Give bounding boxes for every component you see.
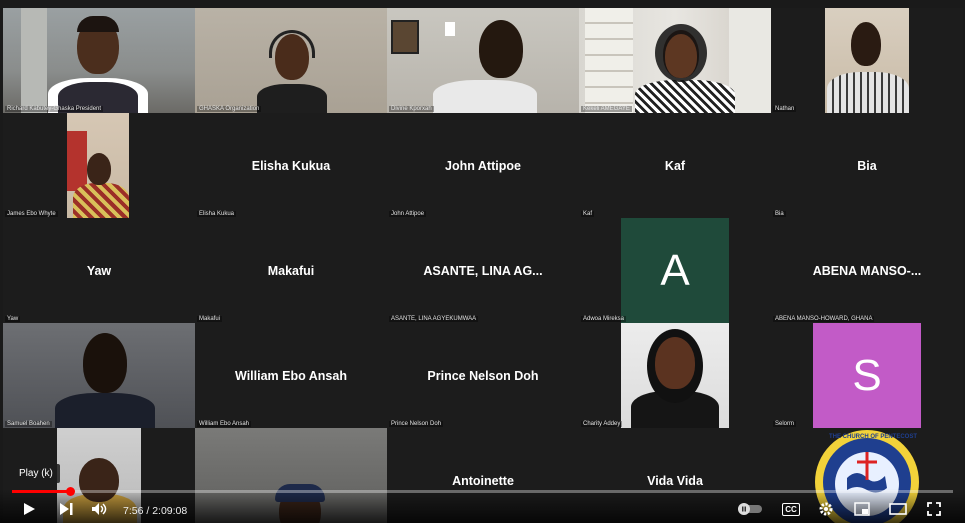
participant-tile: GHASKA Organization bbox=[195, 8, 387, 113]
participant-display-name: Antoinette bbox=[452, 474, 514, 488]
participant-video bbox=[387, 8, 579, 113]
autoplay-toggle[interactable] bbox=[737, 498, 763, 520]
play-tooltip: Play (k) bbox=[12, 464, 60, 483]
participant-tile: Richard Kabutey-Ghaska President bbox=[3, 8, 195, 113]
participant-display-name: Elisha Kukua bbox=[251, 159, 331, 173]
participant-tile: Samuel Boahen bbox=[3, 323, 195, 428]
participant-name-label: Makafui bbox=[197, 316, 223, 322]
current-time: 7:56 bbox=[123, 505, 144, 517]
settings-button[interactable] bbox=[815, 498, 837, 520]
total-time: 2:09:08 bbox=[152, 505, 188, 517]
participant-display-name: Prince Nelson Doh bbox=[427, 369, 539, 383]
participant-name-label: Divine Kporxah bbox=[389, 106, 434, 112]
participant-display-name: Yaw bbox=[86, 264, 112, 278]
participant-name-label: Charity Addey bbox=[581, 421, 623, 427]
participant-display-name: Kaf bbox=[664, 159, 686, 173]
participant-tile: Nathan bbox=[771, 8, 963, 113]
participant-tile: Charity Addey bbox=[579, 323, 771, 428]
mute-button[interactable] bbox=[88, 498, 110, 520]
volume-icon bbox=[92, 503, 107, 515]
participant-display-name: Vida Vida bbox=[647, 474, 703, 488]
participant-display-name: ABENA MANSO-... bbox=[812, 264, 922, 278]
participant-tile: William Ebo Ansah William Ebo Ansah bbox=[195, 323, 387, 428]
participant-video bbox=[3, 323, 195, 428]
participant-name-label: John Attipoe bbox=[389, 211, 427, 217]
participant-tile: ASANTE, LINA AG... ASANTE, LINA AGYEKUMW… bbox=[387, 218, 579, 323]
participant-name-label: Bia bbox=[773, 211, 786, 217]
participant-name-label: Adwoa Mireksa bbox=[581, 316, 627, 322]
participant-name-label: Kaf bbox=[581, 211, 595, 217]
gear-icon bbox=[819, 502, 833, 516]
participant-name-label: ABENA MANSO-HOWARD, GHANA bbox=[773, 316, 875, 322]
participant-display-name: ASANTE, LINA AG... bbox=[423, 264, 543, 278]
miniplayer-button[interactable] bbox=[851, 498, 873, 520]
participant-video bbox=[195, 8, 387, 113]
participant-display-name: William Ebo Ansah bbox=[235, 369, 347, 383]
fullscreen-button[interactable] bbox=[923, 498, 945, 520]
skip-next-icon bbox=[60, 503, 73, 515]
captions-icon: CC bbox=[782, 502, 800, 516]
participant-tile: James Ebo Whyte bbox=[3, 113, 195, 218]
participant-name-label: ASANTE, LINA AGYEKUMWAA bbox=[389, 316, 479, 322]
participant-tile: A Adwoa Mireksa bbox=[579, 218, 771, 323]
participant-name-label: Kekeli AMEGAYE bbox=[581, 106, 632, 112]
participant-name-label: Richard Kabutey-Ghaska President bbox=[5, 106, 104, 112]
time-display: 7:56 / 2:09:08 bbox=[123, 505, 187, 517]
participant-video bbox=[3, 8, 195, 113]
participant-tile: ABENA MANSO-... ABENA MANSO-HOWARD, GHAN… bbox=[771, 218, 963, 323]
miniplayer-icon bbox=[854, 502, 870, 516]
participant-avatar: S bbox=[813, 323, 921, 428]
play-button[interactable] bbox=[18, 498, 40, 520]
participant-tile: Kekeli AMEGAYE bbox=[579, 8, 771, 113]
participant-tile: Divine Kporxah bbox=[387, 8, 579, 113]
participant-display-name: John Attipoe bbox=[445, 159, 521, 173]
participant-tile: Elisha Kukua Elisha Kukua bbox=[195, 113, 387, 218]
participant-tile: Prince Nelson Doh Prince Nelson Doh bbox=[387, 323, 579, 428]
participant-name-label: GHASKA Organization bbox=[197, 106, 262, 112]
play-icon bbox=[24, 503, 35, 515]
progress-bar[interactable] bbox=[12, 487, 953, 496]
fullscreen-icon bbox=[927, 502, 941, 516]
theater-icon bbox=[889, 503, 907, 515]
participant-name-label: James Ebo Whyte bbox=[5, 211, 58, 217]
participant-name-label: Yaw bbox=[5, 316, 21, 322]
participant-video bbox=[67, 113, 129, 218]
theater-mode-button[interactable] bbox=[886, 498, 910, 520]
participant-name-label: Elisha Kukua bbox=[197, 211, 237, 217]
participant-name-label: William Ebo Ansah bbox=[197, 421, 252, 427]
participant-display-name: Makafui bbox=[267, 264, 315, 278]
progress-played bbox=[12, 490, 70, 493]
participant-grid: Richard Kabutey-Ghaska President GHASKA … bbox=[3, 8, 963, 523]
participant-avatar: A bbox=[621, 218, 729, 323]
participant-tile: Makafui Makafui bbox=[195, 218, 387, 323]
church-logo-text: THE CHURCH OF PENTECOST bbox=[829, 434, 918, 440]
autoplay-toggle-icon bbox=[738, 503, 762, 515]
participant-name-label: Prince Nelson Doh bbox=[389, 421, 444, 427]
participant-name-label: Nathan bbox=[773, 106, 797, 112]
next-button[interactable] bbox=[55, 498, 77, 520]
participant-tile: John Attipoe John Attipoe bbox=[387, 113, 579, 218]
video-player[interactable]: Richard Kabutey-Ghaska President GHASKA … bbox=[0, 0, 965, 523]
progress-scrubber[interactable] bbox=[65, 487, 75, 496]
participant-name-label: Samuel Boahen bbox=[5, 421, 52, 427]
participant-tile: Bia Bia bbox=[771, 113, 963, 218]
participant-name-label: Selorm bbox=[773, 421, 797, 427]
participant-display-name: Bia bbox=[857, 159, 877, 173]
participant-tile: Yaw Yaw bbox=[3, 218, 195, 323]
participant-video bbox=[621, 323, 729, 428]
captions-button[interactable]: CC bbox=[780, 498, 802, 520]
participant-video bbox=[579, 8, 771, 113]
participant-tile: Kaf Kaf bbox=[579, 113, 771, 218]
participant-tile: S Selorm bbox=[771, 323, 963, 428]
participant-video bbox=[825, 8, 909, 113]
time-separator: / bbox=[143, 505, 153, 517]
